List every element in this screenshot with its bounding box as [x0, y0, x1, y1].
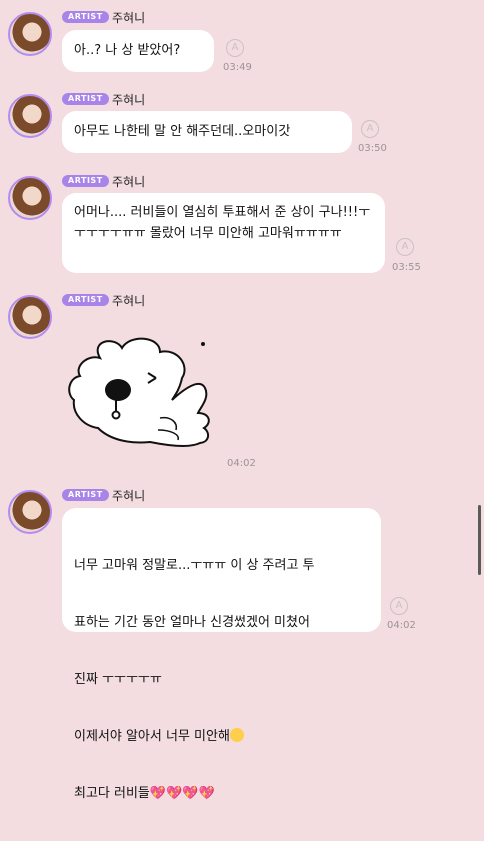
sender-name: 주혀니 [112, 175, 146, 189]
artist-badge: ARTIST [62, 175, 109, 187]
sparkling-heart-icons: 💖💖💖💖 [149, 786, 215, 801]
message-bubble[interactable]: 아..? 나 상 받았어? [62, 30, 214, 72]
sender-name: 주혀니 [112, 11, 146, 25]
sender-name: 주혀니 [112, 294, 146, 308]
scrollbar[interactable] [478, 505, 481, 575]
avatar[interactable] [8, 490, 52, 534]
pleading-face-icon [229, 728, 244, 742]
timestamp: 03:50 [358, 143, 387, 154]
artist-badge: ARTIST [62, 294, 109, 306]
avatar[interactable] [8, 295, 52, 339]
sender-name: 주혀니 [112, 489, 146, 503]
artist-badge: ARTIST [62, 93, 109, 105]
white-dog-thumbs-up-sticker[interactable] [60, 318, 230, 468]
timestamp: 04:02 [227, 458, 256, 469]
artist-badge: ARTIST [62, 11, 109, 23]
timestamp: 03:55 [392, 262, 421, 273]
message-bubble[interactable]: 어머나.... 러비들이 열심히 투표해서 준 상이 구나!!!ㅜㅜㅜㅜㅜㅠㅠ … [62, 193, 385, 273]
message-line: 표하는 기간 동안 얼마나 신경썼겠어 미쳤어 [74, 615, 310, 630]
message-bubble[interactable]: 너무 고마워 정말로...ㅜㅠㅠ 이 상 주려고 투 표하는 기간 동안 얼마나… [62, 508, 381, 801]
message-line: 이제서야 알아서 너무 미안해 [74, 727, 369, 746]
timestamp: 03:49 [223, 62, 252, 73]
message-line: 너무 고마워 정말로...ㅜㅠㅠ 이 상 주려고 투 [74, 558, 315, 573]
sender-name: 주혀니 [112, 93, 146, 107]
read-indicator-icon: A [390, 597, 408, 615]
avatar[interactable] [8, 12, 52, 56]
read-indicator-icon: A [396, 238, 414, 256]
timestamp: 04:02 [387, 620, 416, 631]
message-line: 최고다 러비들💖💖💖💖 [74, 786, 215, 801]
avatar[interactable] [8, 176, 52, 220]
artist-badge: ARTIST [62, 489, 109, 501]
message-bubble[interactable]: 아무도 나한테 말 안 해주던데..오마이갓 [62, 111, 352, 153]
read-indicator-icon: A [226, 39, 244, 57]
avatar[interactable] [8, 94, 52, 138]
read-indicator-icon: A [361, 120, 379, 138]
message-line: 진짜 ㅜㅜㅜㅜㅠ [74, 672, 162, 687]
